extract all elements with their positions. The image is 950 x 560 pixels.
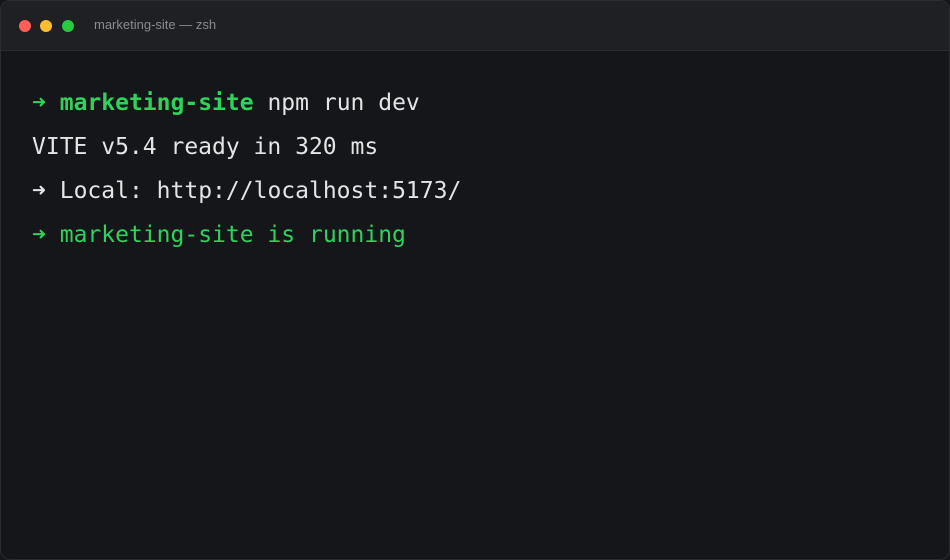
maximize-button[interactable] xyxy=(62,20,74,32)
terminal-line-status: ➜ marketing-site is running xyxy=(32,213,929,257)
prompt-arrow-icon: ➜ xyxy=(32,90,46,116)
title-bar[interactable]: marketing-site — zsh xyxy=(1,1,949,51)
status-text: marketing-site is running xyxy=(59,222,406,248)
terminal-line-command: ➜ marketing-site npm run dev xyxy=(32,81,929,125)
close-button[interactable] xyxy=(19,20,31,32)
local-arrow-icon: ➜ xyxy=(32,178,46,204)
status-arrow-icon: ➜ xyxy=(32,222,46,248)
terminal-line-local-url: ➜ Local: http://localhost:5173/ xyxy=(32,169,929,213)
vite-ready-text: VITE v5.4 ready in 320 ms xyxy=(32,134,379,160)
terminal-line-vite-ready: VITE v5.4 ready in 320 ms xyxy=(32,125,929,169)
terminal-window: marketing-site — zsh ➜ marketing-site np… xyxy=(0,0,950,560)
prompt-directory: marketing-site xyxy=(59,90,254,116)
minimize-button[interactable] xyxy=(40,20,52,32)
command-text: npm run dev xyxy=(267,90,420,116)
window-title: marketing-site — zsh xyxy=(94,17,217,32)
terminal-output[interactable]: ➜ marketing-site npm run dev VITE v5.4 r… xyxy=(32,81,929,257)
local-label: Local: xyxy=(59,178,143,204)
local-url-link[interactable]: http://localhost:5173/ xyxy=(157,178,462,204)
